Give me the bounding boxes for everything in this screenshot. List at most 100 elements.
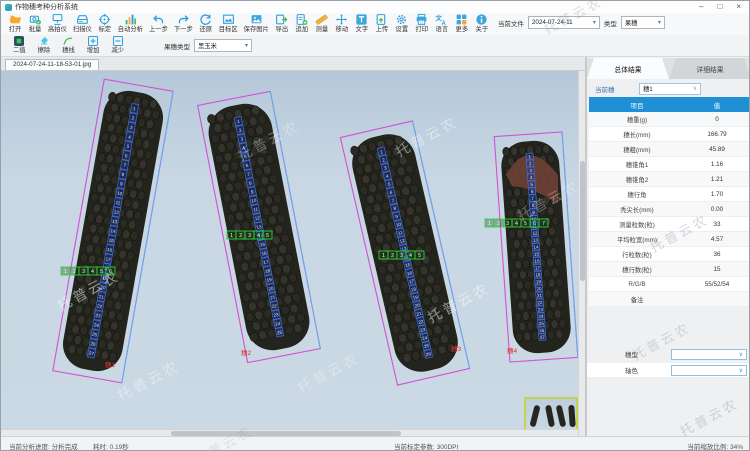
result-row: 穗锥角21.21: [589, 172, 749, 187]
current-file-label: 当前文件: [498, 18, 524, 28]
result-row: R/G/B55/52/54: [589, 277, 749, 292]
toolbar-item-ear-line[interactable]: 穗线: [56, 35, 81, 55]
toolbar-item-text[interactable]: 文字: [352, 13, 372, 34]
ear-type-dropdown[interactable]: 黑玉米▾: [194, 39, 252, 52]
analysis-canvas[interactable]: 1234567891011121314151617181920212223242…: [1, 71, 585, 436]
chevron-down-icon: ∨: [739, 351, 743, 358]
svg-text:3: 3: [248, 233, 251, 239]
results-panel: 总体结果 详细结果 当前穗 穗1∨ 项目 值 穗重(g)0穗长(mm)166.7…: [585, 57, 750, 436]
tab-overall-results[interactable]: 总体结果: [587, 58, 669, 79]
toolbar-item-calibrate[interactable]: 标定: [95, 13, 115, 34]
statusbar: 当前分析进度: 分析完成 耗时: 0.19秒 当前标定参数: 300DPI 当前…: [1, 436, 750, 451]
ear-label: 穗4: [507, 346, 518, 355]
result-row: 秃尖长(mm)0.00: [589, 202, 749, 217]
toolbar-item-auto-analyze[interactable]: 自动分析: [115, 13, 146, 34]
export-icon: [275, 13, 288, 26]
tab-detailed-results[interactable]: 详细结果: [669, 58, 750, 79]
svg-text:13: 13: [533, 237, 539, 242]
toolbar-item-add[interactable]: 增加: [81, 35, 106, 55]
svg-text:5: 5: [418, 253, 421, 259]
axis-color-dropdown[interactable]: ∨: [671, 365, 747, 376]
result-row: 平均粒宽(mm)4.57: [589, 232, 749, 247]
main-toolbar: 打开批量高拍仪扫描仪标定自动分析上一步下一步还原目标区保存图片导出追加测量移动文…: [1, 13, 750, 35]
toolbar-item-scanner[interactable]: 扫描仪: [70, 13, 95, 34]
result-row: 备注: [589, 292, 749, 307]
toolbar-item-append[interactable]: 追加: [292, 13, 312, 34]
toolbar-item-settings[interactable]: 设置: [392, 13, 412, 34]
app-window: 作物穗考种分析系统 – □ × 打开批量高拍仪扫描仪标定自动分析上一步下一步还原…: [0, 0, 750, 451]
minimize-button[interactable]: –: [699, 2, 703, 12]
horizontal-scrollbar[interactable]: [1, 429, 578, 436]
toolbar-item-target-area[interactable]: 目标区: [216, 13, 241, 34]
ear-label: 穗1: [105, 360, 116, 369]
elapsed-time: 耗时: 0.19秒: [93, 441, 129, 451]
text-icon: [355, 13, 368, 26]
svg-text:3: 3: [400, 253, 403, 259]
toolbar-item-export[interactable]: 导出: [272, 13, 292, 34]
maximize-button[interactable]: □: [717, 2, 722, 12]
corn-ears-drawing: 1234567891011121314151617181920212223242…: [1, 71, 585, 436]
current-ear-dropdown[interactable]: 穗1∨: [639, 83, 701, 95]
restore-icon: [199, 13, 212, 26]
svg-text:12: 12: [532, 231, 538, 236]
close-button[interactable]: ×: [736, 2, 741, 12]
result-row: 穗行角1.70: [589, 187, 749, 202]
result-row: 穗长(mm)166.79: [589, 127, 749, 142]
toolbar-item-move[interactable]: 移动: [332, 13, 352, 34]
toolbar-item-undo[interactable]: 上一步: [146, 13, 171, 34]
toolbar-item-print[interactable]: 打印: [412, 13, 432, 34]
svg-text:1: 1: [488, 221, 491, 227]
watermark: 托普云农: [295, 350, 363, 396]
svg-text:3: 3: [82, 269, 85, 275]
ear-shape-label: 穗型: [625, 349, 638, 359]
toolbar-item-redo[interactable]: 下一步: [171, 13, 196, 34]
current-ear-label: 当前穗: [595, 84, 615, 94]
toolbar-item-upload[interactable]: 上传: [372, 13, 392, 34]
svg-text:4: 4: [91, 269, 94, 275]
result-row: 行粒数(粒)36: [589, 247, 749, 262]
ear-shape-dropdown[interactable]: ∨: [671, 349, 747, 360]
calibration-dpi: 当前标定参数: 300DPI: [394, 441, 458, 451]
calibrate-icon: [98, 13, 111, 26]
svg-text:5: 5: [266, 233, 269, 239]
svg-text:2: 2: [391, 253, 394, 259]
ear-type-label: 果穗类型: [164, 41, 190, 51]
toolbar-item-open[interactable]: 打开: [5, 13, 25, 34]
toolbar-item-erase[interactable]: 擦除: [32, 35, 57, 55]
erase-icon: [38, 35, 50, 47]
toolbar-item-doc-camera[interactable]: 高拍仪: [45, 13, 70, 34]
language-icon: 文A: [435, 13, 448, 26]
results-table-header: 项目 值: [589, 97, 749, 112]
ear-label: 穗2: [241, 348, 252, 357]
svg-text:21: 21: [537, 293, 543, 298]
zoom-level: 当前缩放比例: 34%: [687, 441, 743, 451]
type-dropdown[interactable]: 果穗▾: [621, 16, 665, 29]
image-tab[interactable]: 2024-07-24-11-18-53-01.jpg: [5, 59, 99, 70]
svg-text:17: 17: [535, 265, 541, 270]
toolbar-item-language[interactable]: 文A语言: [432, 13, 452, 34]
upload-icon: [375, 13, 388, 26]
toolbar-item-batch[interactable]: 批量: [25, 13, 45, 34]
toolbar-item-measure[interactable]: 测量: [312, 13, 332, 34]
redo-icon: [177, 13, 190, 26]
save-image-icon: [250, 13, 263, 26]
toolbar-item-binary[interactable]: 二值: [7, 35, 32, 55]
image-workspace: 2024-07-24-11-18-53-01.jpg 1234567891011…: [1, 57, 585, 436]
batch-camera-icon: [29, 13, 42, 26]
toolbar-item-minus[interactable]: 减少: [105, 35, 130, 55]
toolbar-item-restore[interactable]: 还原: [196, 13, 216, 34]
current-file-dropdown[interactable]: 2024-07-24-11▾: [528, 16, 600, 29]
move-icon: [335, 13, 348, 26]
svg-text:2: 2: [73, 269, 76, 275]
svg-text:19: 19: [536, 279, 542, 284]
svg-text:27: 27: [540, 335, 546, 340]
vertical-scrollbar[interactable]: [578, 71, 585, 436]
doc-camera-icon: [51, 13, 64, 26]
toolbar-item-save-image[interactable]: 保存图片: [241, 13, 272, 34]
chevron-down-icon: ▾: [245, 42, 248, 49]
toolbar-item-about[interactable]: 关于: [472, 13, 492, 34]
result-row: 穗锥角11.16: [589, 157, 749, 172]
svg-text:1: 1: [382, 253, 385, 259]
toolbar-item-more[interactable]: 更多: [452, 13, 472, 34]
svg-text:6: 6: [533, 221, 536, 227]
